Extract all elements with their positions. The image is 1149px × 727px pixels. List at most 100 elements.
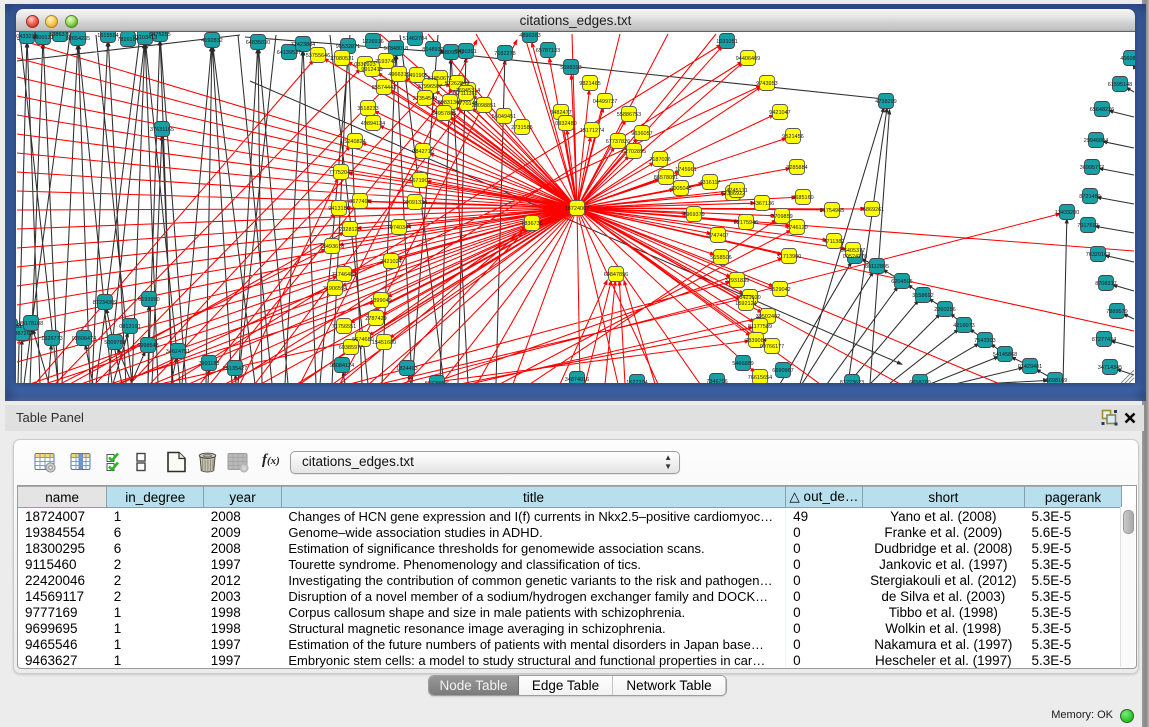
svg-text:5158506: 5158506 (710, 255, 731, 261)
svg-text:71756551: 71756551 (332, 324, 356, 330)
svg-text:80112805: 80112805 (865, 264, 889, 270)
svg-text:56049451: 56049451 (492, 114, 516, 120)
svg-text:00524278: 00524278 (843, 254, 867, 260)
svg-text:4216073: 4216073 (953, 323, 974, 329)
svg-text:9421047: 9421047 (769, 110, 790, 116)
svg-text:0812191: 0812191 (119, 324, 140, 330)
svg-text:9912419: 9912419 (361, 67, 382, 73)
svg-text:2260256: 2260256 (934, 307, 955, 313)
svg-text:87234309: 87234309 (93, 300, 117, 306)
svg-text:25135427: 25135427 (223, 366, 247, 372)
svg-text:5009788: 5009788 (104, 340, 125, 346)
svg-text:1615594: 1615594 (97, 33, 118, 39)
svg-text:67737826: 67737826 (606, 139, 630, 145)
svg-text:51462704: 51462704 (403, 36, 427, 42)
svg-text:1592124: 1592124 (735, 301, 756, 307)
svg-text:00766177: 00766177 (760, 344, 784, 350)
svg-text:99091334: 99091334 (403, 200, 427, 206)
svg-text:96405377: 96405377 (841, 248, 865, 254)
svg-text:27111161: 27111161 (454, 91, 477, 97)
svg-text:2731585: 2731585 (511, 125, 532, 131)
svg-text:8721489: 8721489 (1079, 194, 1100, 200)
svg-text:9821465: 9821465 (579, 81, 600, 87)
svg-text:4745171: 4745171 (726, 188, 747, 194)
svg-text:4711382: 4711382 (823, 239, 844, 245)
svg-text:34874016: 34874016 (565, 377, 589, 383)
svg-text:85574443: 85574443 (372, 85, 396, 91)
svg-text:2421024: 2421024 (380, 259, 401, 265)
svg-text:6998543: 6998543 (137, 343, 158, 349)
svg-text:69847896: 69847896 (604, 272, 628, 278)
svg-text:37631165: 37631165 (150, 127, 174, 133)
svg-text:81223623: 81223623 (840, 380, 864, 383)
svg-text:1226916: 1226916 (362, 39, 383, 45)
svg-text:6658760: 6658760 (909, 380, 930, 383)
svg-text:8677496: 8677496 (349, 199, 370, 205)
svg-text:15451680: 15451680 (372, 340, 396, 346)
svg-text:1671902: 1671902 (409, 178, 430, 184)
svg-text:86578091: 86578091 (654, 175, 678, 181)
svg-text:76320163: 76320163 (1086, 252, 1110, 258)
svg-text:72423884: 72423884 (291, 42, 315, 48)
svg-text:77752047: 77752047 (329, 170, 353, 176)
svg-text:53755646: 53755646 (306, 53, 330, 59)
svg-text:61595148: 61595148 (1108, 82, 1132, 88)
svg-text:74367136: 74367136 (750, 201, 774, 207)
svg-text:97848018: 97848018 (384, 46, 408, 52)
svg-text:49894134: 49894134 (361, 121, 385, 127)
svg-text:17080531: 17080531 (330, 56, 354, 62)
svg-text:2328120: 2328120 (339, 227, 360, 233)
svg-text:3482477: 3482477 (550, 110, 571, 116)
svg-text:7917693: 7917693 (1077, 223, 1098, 229)
svg-text:7346706: 7346706 (706, 379, 727, 383)
svg-text:7543303: 7543303 (974, 338, 995, 344)
svg-text:3158692: 3158692 (912, 293, 933, 299)
svg-text:37996507: 37996507 (418, 84, 442, 90)
svg-text:6690967: 6690967 (772, 368, 793, 374)
svg-text:65648236: 65648236 (1090, 107, 1114, 113)
svg-text:5430391: 5430391 (455, 49, 476, 55)
svg-text:64835030: 64835030 (246, 40, 270, 46)
svg-text:1745961: 1745961 (675, 167, 696, 173)
svg-text:7991183: 7991183 (198, 361, 219, 367)
svg-text:87277434: 87277434 (1092, 337, 1116, 343)
svg-text:3387262: 3387262 (16, 331, 33, 337)
svg-text:7182278: 7182278 (494, 51, 515, 57)
svg-text:82175946: 82175946 (734, 220, 758, 226)
svg-text:5466889: 5466889 (732, 361, 753, 367)
svg-text:75869261: 75869261 (860, 207, 884, 213)
svg-text:1836736: 1836736 (521, 221, 542, 227)
svg-text:79740344: 79740344 (387, 225, 411, 231)
svg-text:55698169: 55698169 (1043, 378, 1067, 383)
svg-text:9413186: 9413186 (328, 206, 349, 212)
svg-text:1969379: 1969379 (683, 212, 704, 218)
svg-text:13171274: 13171274 (580, 128, 604, 134)
svg-text:81177589: 81177589 (748, 324, 772, 330)
svg-text:02654235: 02654235 (66, 36, 90, 42)
svg-text:57262849: 57262849 (445, 81, 469, 87)
svg-text:7187026: 7187026 (649, 157, 670, 163)
svg-text:94406409: 94406409 (736, 56, 760, 62)
svg-text:0932480: 0932480 (555, 121, 576, 127)
svg-text:1491905: 1491905 (406, 73, 427, 79)
svg-text:7889579: 7889579 (1106, 309, 1127, 315)
svg-text:96532871: 96532871 (336, 44, 360, 50)
svg-text:9636057: 9636057 (631, 131, 652, 137)
svg-text:39502402: 39502402 (756, 314, 780, 320)
svg-text:04499727: 04499727 (593, 99, 617, 105)
svg-text:55886753: 55886753 (617, 112, 641, 118)
svg-text:4005045: 4005045 (670, 186, 691, 192)
svg-text:62702895: 62702895 (622, 149, 646, 155)
svg-text:1746120: 1746120 (786, 225, 807, 231)
svg-text:4896383: 4896383 (519, 33, 540, 39)
svg-text:1326773: 1326773 (41, 336, 62, 342)
svg-text:9743953: 9743953 (756, 81, 777, 87)
svg-text:31713900: 31713900 (777, 254, 801, 260)
svg-text:6475255: 6475255 (149, 32, 170, 38)
svg-text:5098393: 5098393 (560, 65, 581, 71)
svg-text:34624751: 34624751 (166, 349, 190, 355)
svg-text:29946804: 29946804 (1084, 138, 1108, 144)
svg-text:18724007: 18724007 (565, 206, 589, 212)
svg-text:1824493: 1824493 (396, 366, 417, 372)
svg-text:01429401: 01429401 (1018, 364, 1042, 370)
